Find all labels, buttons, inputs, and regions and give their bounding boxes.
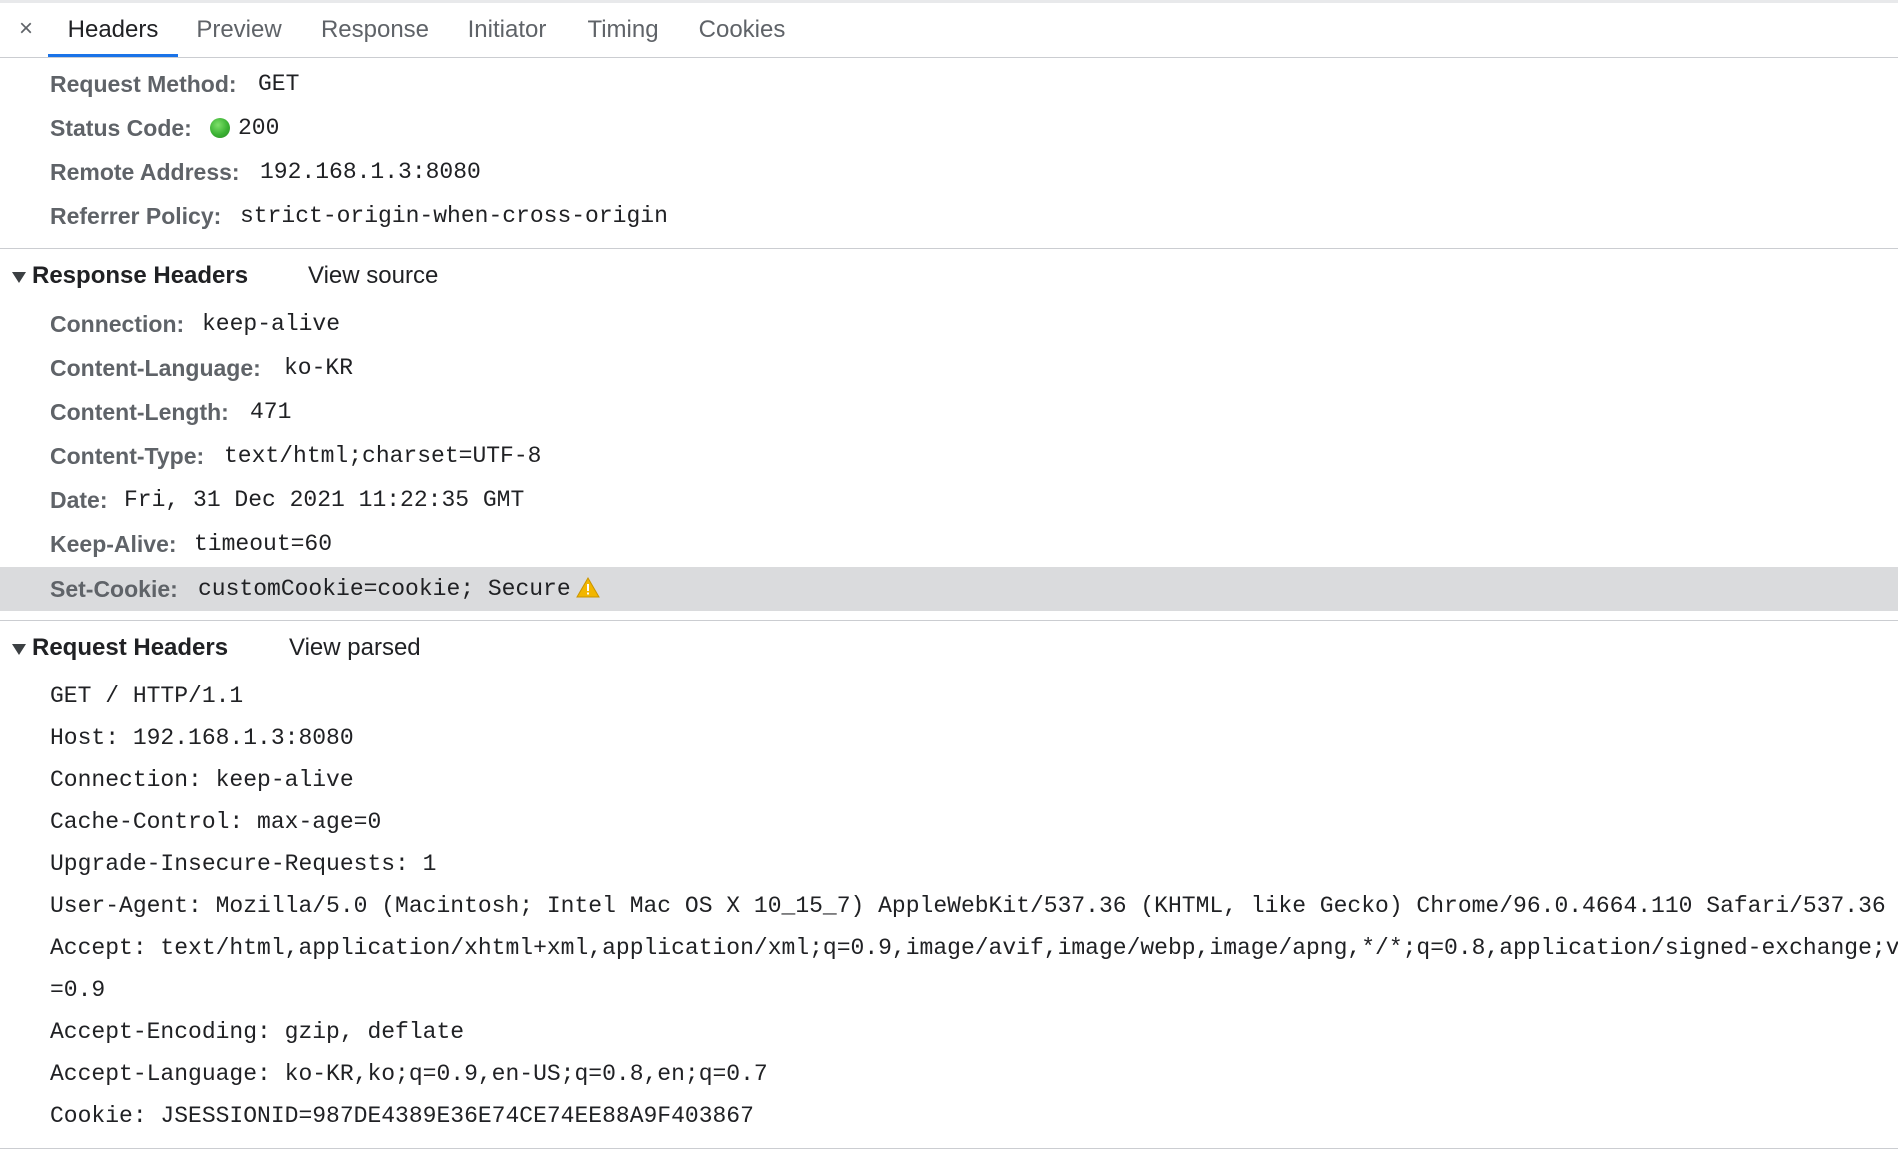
header-value: Fri, 31 Dec 2021 11:22:35 GMT <box>124 487 525 513</box>
header-key: Set-Cookie: <box>50 576 178 602</box>
tab-initiator[interactable]: Initiator <box>460 3 554 57</box>
tab-response[interactable]: Response <box>310 3 440 57</box>
general-remote-address: Remote Address: 192.168.1.3:8080 <box>0 150 1898 194</box>
response-header-row: Connection: keep-alive <box>0 302 1898 346</box>
header-value: keep-alive <box>202 311 341 337</box>
tab-timing[interactable]: Timing <box>578 3 668 57</box>
header-value: 200 <box>238 115 280 141</box>
tab-bar: × Headers Preview Response Initiator Tim… <box>0 0 1898 58</box>
request-header-line: Upgrade-Insecure-Requests: 1 <box>50 851 437 877</box>
section-divider <box>0 1148 1898 1149</box>
request-header-line: Host: 192.168.1.3:8080 <box>50 725 354 751</box>
section-title: Request Headers <box>32 634 229 661</box>
header-value: 192.168.1.3:8080 <box>260 159 481 185</box>
header-key: Date: <box>50 487 108 513</box>
response-header-row: Content-Length: 471 <box>0 390 1898 434</box>
header-key: Referrer Policy: <box>50 203 222 229</box>
header-value: timeout=60 <box>194 531 333 557</box>
section-title: Response Headers <box>32 262 249 289</box>
response-headers-section-header[interactable]: Response Headers View source <box>0 251 1898 301</box>
request-header-line: Accept: text/html,application/xhtml+xml,… <box>50 935 1898 961</box>
status-ok-icon <box>210 118 230 138</box>
header-key: Keep-Alive: <box>50 531 177 557</box>
header-value: GET <box>258 71 300 97</box>
request-header-line: GET / HTTP/1.1 <box>50 683 244 709</box>
expand-triangle-icon[interactable] <box>12 644 26 655</box>
request-header-line: User-Agent: Mozilla/5.0 (Macintosh; Inte… <box>50 893 1886 919</box>
section-divider <box>0 248 1898 249</box>
request-header-line: =0.9 <box>50 977 106 1003</box>
request-header-line: Cookie: JSESSIONID=987DE4389E36E74CE74EE… <box>50 1103 754 1129</box>
response-header-row-set-cookie[interactable]: Set-Cookie: customCookie=cookie; Secure <box>0 567 1898 611</box>
header-key: Content-Type: <box>50 443 205 469</box>
response-header-row: Content-Language: ko-KR <box>0 346 1898 390</box>
tab-headers[interactable]: Headers <box>48 3 178 57</box>
header-key: Connection: <box>50 311 185 337</box>
view-parsed-toggle[interactable]: View parsed <box>289 623 421 673</box>
header-value: text/html;charset=UTF-8 <box>224 443 542 469</box>
general-referrer-policy: Referrer Policy: strict-origin-when-cros… <box>0 194 1898 238</box>
header-key: Remote Address: <box>50 159 240 185</box>
request-headers-section-header[interactable]: Request Headers View parsed <box>0 623 1898 673</box>
request-header-line: Accept-Language: ko-KR,ko;q=0.9,en-US;q=… <box>50 1061 768 1087</box>
warning-icon[interactable] <box>576 576 600 600</box>
header-key: Content-Length: <box>50 399 229 425</box>
request-header-line: Accept-Encoding: gzip, deflate <box>50 1019 465 1045</box>
general-status-code: Status Code: 200 <box>0 106 1898 150</box>
close-icon[interactable]: × <box>12 12 40 46</box>
request-header-line: Connection: keep-alive <box>50 767 354 793</box>
header-value: ko-KR <box>284 355 354 381</box>
expand-triangle-icon[interactable] <box>12 272 26 283</box>
tab-cookies[interactable]: Cookies <box>692 3 792 57</box>
header-value: strict-origin-when-cross-origin <box>240 203 668 229</box>
response-header-row: Keep-Alive: timeout=60 <box>0 522 1898 566</box>
header-key: Request Method: <box>50 71 237 97</box>
response-header-row: Content-Type: text/html;charset=UTF-8 <box>0 434 1898 478</box>
response-header-row: Date: Fri, 31 Dec 2021 11:22:35 GMT <box>0 478 1898 522</box>
request-header-line: Cache-Control: max-age=0 <box>50 809 382 835</box>
header-value: 471 <box>250 399 292 425</box>
view-source-toggle[interactable]: View source <box>308 251 438 301</box>
header-key: Content-Language: <box>50 355 261 381</box>
general-request-method: Request Method: GET <box>0 62 1898 106</box>
header-key: Status Code: <box>50 115 192 141</box>
section-divider <box>0 620 1898 621</box>
tab-preview[interactable]: Preview <box>188 3 290 57</box>
header-value: customCookie=cookie; Secure <box>198 576 571 602</box>
